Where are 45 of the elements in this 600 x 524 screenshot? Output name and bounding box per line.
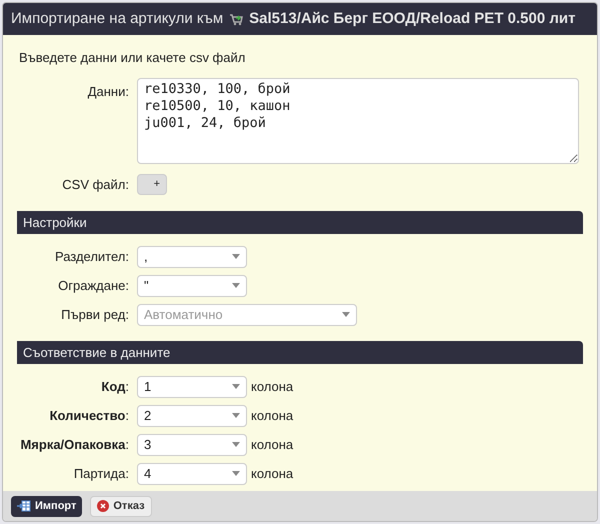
column-suffix: колона — [251, 436, 294, 454]
dropdown-field[interactable]: 2 — [137, 404, 247, 426]
dropdown-caret-icon — [232, 471, 240, 476]
section-header: Съответствие в данните — [17, 341, 583, 364]
dropdown-field[interactable]: 3 — [137, 434, 247, 456]
section-header: Настройки — [17, 211, 583, 234]
dropdown-caret-icon — [232, 384, 240, 389]
dropdown-value: 4 — [144, 464, 152, 483]
field-label: Количество: — [50, 406, 129, 425]
dropdown-value: 3 — [144, 436, 152, 454]
dropdown-placeholder: Автоматично — [144, 306, 223, 324]
dropdown-field[interactable]: " — [137, 274, 247, 296]
column-suffix: колона — [251, 378, 294, 396]
dropdown-field[interactable]: , — [137, 246, 247, 268]
column-suffix: колона — [251, 464, 294, 483]
import-button[interactable]: Импорт — [11, 496, 82, 516]
dialog-title: Импортиране на артикули към — [11, 8, 224, 29]
close-icon — [97, 500, 110, 512]
dropdown-caret-icon — [232, 283, 240, 288]
cart-icon — [229, 12, 244, 26]
dialog-title-object: Sal513/Айс Берг ЕООД/Reload PET 0.500 лит — [249, 8, 576, 29]
dropdown-value: " — [144, 276, 149, 295]
dropdown-value: 2 — [144, 406, 152, 425]
intro-text: Въведете данни или качете csv файл — [19, 50, 246, 65]
dropdown-value: 1 — [144, 378, 152, 396]
field-label: Ограждане: — [58, 276, 129, 295]
field-label: Код: — [101, 378, 129, 396]
table-import-icon — [17, 500, 31, 512]
dropdown-field[interactable]: 4 — [137, 462, 247, 484]
dropdown-caret-icon — [342, 312, 350, 317]
dropdown-field[interactable]: 1 — [137, 376, 247, 398]
field-label: Първи ред: — [61, 306, 129, 324]
dropdown-caret-icon — [232, 254, 240, 259]
cancel-button[interactable]: Отказ — [90, 496, 152, 516]
dropdown-value: , — [144, 248, 148, 266]
dropdown-caret-icon — [232, 413, 240, 418]
field-label: Мярка/Опаковка: — [20, 436, 129, 454]
field-label: Данни: — [88, 83, 129, 101]
field-label: CSV файл: — [62, 176, 129, 194]
column-suffix: колона — [251, 406, 294, 425]
file-upload-button[interactable]: + — [137, 174, 167, 195]
data-textarea[interactable]: re10330, 100, брой re10500, 10, кашон ju001, 24, брой — [137, 78, 579, 164]
field-label: Партида: — [74, 464, 129, 483]
dropdown-caret-icon — [232, 442, 240, 447]
field-label: Разделител: — [54, 248, 129, 266]
